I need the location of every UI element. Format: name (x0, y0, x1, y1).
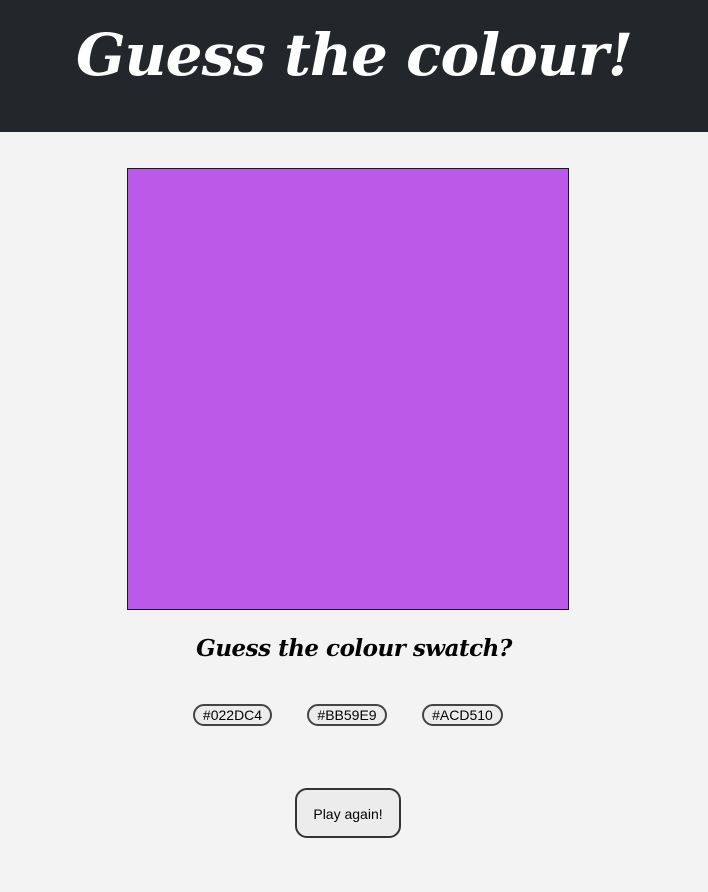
option-button-1[interactable]: #022DC4 (193, 704, 272, 726)
option-button-3[interactable]: #ACD510 (422, 704, 503, 726)
play-again-button[interactable]: Play again! (295, 788, 401, 838)
option-button-2[interactable]: #BB59E9 (307, 704, 387, 726)
colour-swatch (127, 168, 569, 610)
page-title: Guess the colour! (75, 21, 633, 89)
question-text: Guess the colour swatch? (196, 635, 512, 662)
header-bar: Guess the colour! (0, 0, 708, 132)
